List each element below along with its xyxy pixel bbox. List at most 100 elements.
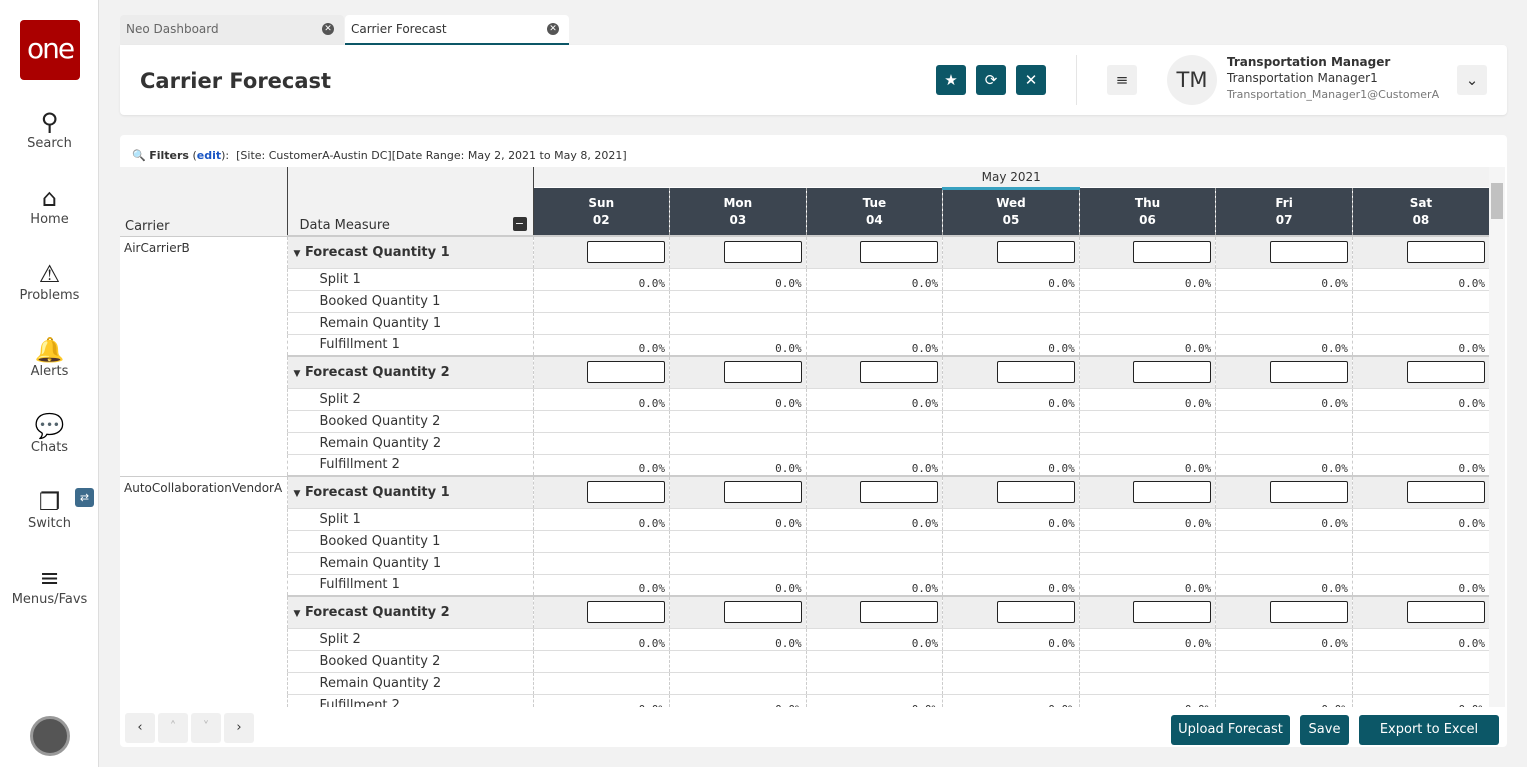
value-cell xyxy=(1078,672,1216,695)
value-cell: 0.0% xyxy=(942,388,1080,411)
forecast-quantity-input[interactable] xyxy=(860,601,939,624)
value-cell xyxy=(1351,672,1489,695)
nav-alerts[interactable]: 🔔 Alerts xyxy=(0,336,99,379)
forecast-quantity-input[interactable] xyxy=(723,601,802,624)
save-button[interactable]: Save xyxy=(1300,715,1349,745)
forecast-quantity-input[interactable] xyxy=(996,601,1075,624)
forecast-cell xyxy=(532,475,670,509)
forecast-quantity-input[interactable] xyxy=(860,481,939,504)
close-button[interactable]: ✕ xyxy=(1016,65,1046,95)
forecast-quantity-input[interactable] xyxy=(1269,361,1348,384)
value-cell xyxy=(669,432,807,455)
favorite-button[interactable]: ★ xyxy=(936,65,966,95)
value-cell xyxy=(669,290,807,313)
caret-down-icon[interactable]: ▼ xyxy=(294,249,301,259)
value-cell xyxy=(532,410,670,433)
value-cell xyxy=(942,312,1080,335)
forecast-quantity-input[interactable] xyxy=(1407,361,1485,384)
forecast-quantity-input[interactable] xyxy=(996,241,1075,264)
measure-label: Split 2 xyxy=(286,388,533,411)
caret-down-icon[interactable]: ▼ xyxy=(294,489,301,499)
nav-menus-favs[interactable]: ≡ Menus/Favs xyxy=(0,564,99,607)
forecast-quantity-input[interactable] xyxy=(1407,601,1485,624)
page-down-button[interactable]: ˅ xyxy=(191,713,221,743)
forecast-quantity-input[interactable] xyxy=(723,481,802,504)
value-cell xyxy=(942,530,1080,553)
filters-edit-link[interactable]: edit xyxy=(197,149,221,162)
nav-problems[interactable]: ⚠ Problems xyxy=(0,260,99,303)
forecast-quantity-input[interactable] xyxy=(1133,601,1212,624)
forecast-quantity-input[interactable] xyxy=(1269,241,1348,264)
forecast-quantity-input[interactable] xyxy=(1269,481,1348,504)
export-to-excel-button[interactable]: Export to Excel xyxy=(1359,715,1499,745)
measure-row: Fulfillment 20.0%0.0%0.0%0.0%0.0%0.0%0.0… xyxy=(120,454,1489,477)
measure-row: Fulfillment 1 0.0% 0.0% 0.0% 0.0% 0.0% 0.0% 0.0… xyxy=(120,334,1489,357)
tab-neo-dashboard[interactable]: Neo Dashboard ✕ xyxy=(120,15,344,45)
group-label[interactable]: ▼ Forecast Quantity 2 xyxy=(286,355,533,389)
group-label[interactable]: ▼ Forecast Quantity 1 xyxy=(286,235,533,269)
page-prev-button[interactable]: ‹ xyxy=(125,713,155,743)
measure-row: Booked Quantity 2 xyxy=(120,410,1489,433)
forecast-quantity-input[interactable] xyxy=(996,361,1075,384)
forecast-quantity-input[interactable] xyxy=(1133,481,1212,504)
day-header: Mon 03 xyxy=(669,188,807,236)
refresh-button[interactable]: ⟳ xyxy=(976,65,1006,95)
measure-row: Booked Quantity 2 xyxy=(120,650,1489,673)
caret-down-icon[interactable]: ▼ xyxy=(294,609,301,619)
chevron-down-icon[interactable]: ⌄ xyxy=(1457,65,1487,95)
forecast-quantity-input[interactable] xyxy=(1407,481,1485,504)
tab-carrier-forecast[interactable]: Carrier Forecast ✕ xyxy=(345,15,569,45)
group-label[interactable]: ▼ Forecast Quantity 1 xyxy=(286,475,533,509)
measure-label: Remain Quantity 1 xyxy=(286,552,533,575)
forecast-quantity-input[interactable] xyxy=(1407,241,1485,264)
one-logo[interactable]: one xyxy=(20,20,80,80)
nav-chats[interactable]: 💬 Chats xyxy=(0,412,99,455)
scrollbar-thumb[interactable] xyxy=(1491,183,1503,219)
forecast-quantity-input[interactable] xyxy=(587,241,666,264)
value-cell xyxy=(942,650,1080,673)
forecast-quantity-input[interactable] xyxy=(1269,601,1348,624)
switch-badge-icon: ⇄ xyxy=(75,488,94,507)
forecast-quantity-input[interactable] xyxy=(587,361,666,384)
collapse-icon[interactable]: − xyxy=(512,217,527,231)
user-avatar[interactable] xyxy=(30,716,70,756)
forecast-quantity-input[interactable] xyxy=(860,361,939,384)
caret-down-icon[interactable]: ▼ xyxy=(294,369,301,379)
warning-icon: ⚠ xyxy=(38,260,61,288)
chat-icon: 💬 xyxy=(34,412,65,440)
forecast-quantity-input[interactable] xyxy=(723,361,802,384)
value-cell xyxy=(805,312,943,335)
measure-label: Fulfillment 2 xyxy=(286,454,533,477)
page-next-button[interactable]: › xyxy=(224,713,254,743)
group-label-text: Forecast Quantity 2 xyxy=(304,604,450,620)
forecast-quantity-input[interactable] xyxy=(1133,241,1212,264)
hamburger-menu-button[interactable]: ≡ xyxy=(1107,65,1137,95)
day-number: 02 xyxy=(592,212,610,227)
nav-search[interactable]: ⚲ Search xyxy=(0,108,99,151)
value-cell: 0.0% xyxy=(669,388,807,411)
value-cell xyxy=(805,650,943,673)
forecast-cell xyxy=(1215,475,1353,509)
forecast-quantity-input[interactable] xyxy=(996,481,1075,504)
upload-forecast-button[interactable]: Upload Forecast xyxy=(1171,715,1290,745)
forecast-quantity-input[interactable] xyxy=(860,241,939,264)
forecast-quantity-input[interactable] xyxy=(1133,361,1212,384)
forecast-quantity-input[interactable] xyxy=(587,601,666,624)
vertical-scrollbar[interactable] xyxy=(1489,167,1505,707)
group-label[interactable]: ▼ Forecast Quantity 2 xyxy=(286,595,533,629)
user-avatar[interactable]: TM xyxy=(1167,55,1217,105)
forecast-quantity-input[interactable] xyxy=(723,241,802,264)
value-cell: 0.0% xyxy=(1215,388,1353,411)
group-row: ▼ Forecast Quantity 2 xyxy=(120,355,1489,389)
nav-home[interactable]: ⌂ Home xyxy=(0,184,99,227)
page-up-button[interactable]: ˄ xyxy=(158,713,188,743)
forecast-quantity-input[interactable] xyxy=(587,481,666,504)
value-cell: 0.0% xyxy=(1351,508,1489,531)
close-icon[interactable]: ✕ xyxy=(547,23,559,35)
value-cell: 0.0% xyxy=(805,508,943,531)
value-cell xyxy=(1351,290,1489,313)
value-cell xyxy=(1215,672,1353,695)
group-label-text: Forecast Quantity 1 xyxy=(304,484,450,500)
value-cell: 0.0% xyxy=(1215,334,1353,357)
close-icon[interactable]: ✕ xyxy=(322,23,334,35)
